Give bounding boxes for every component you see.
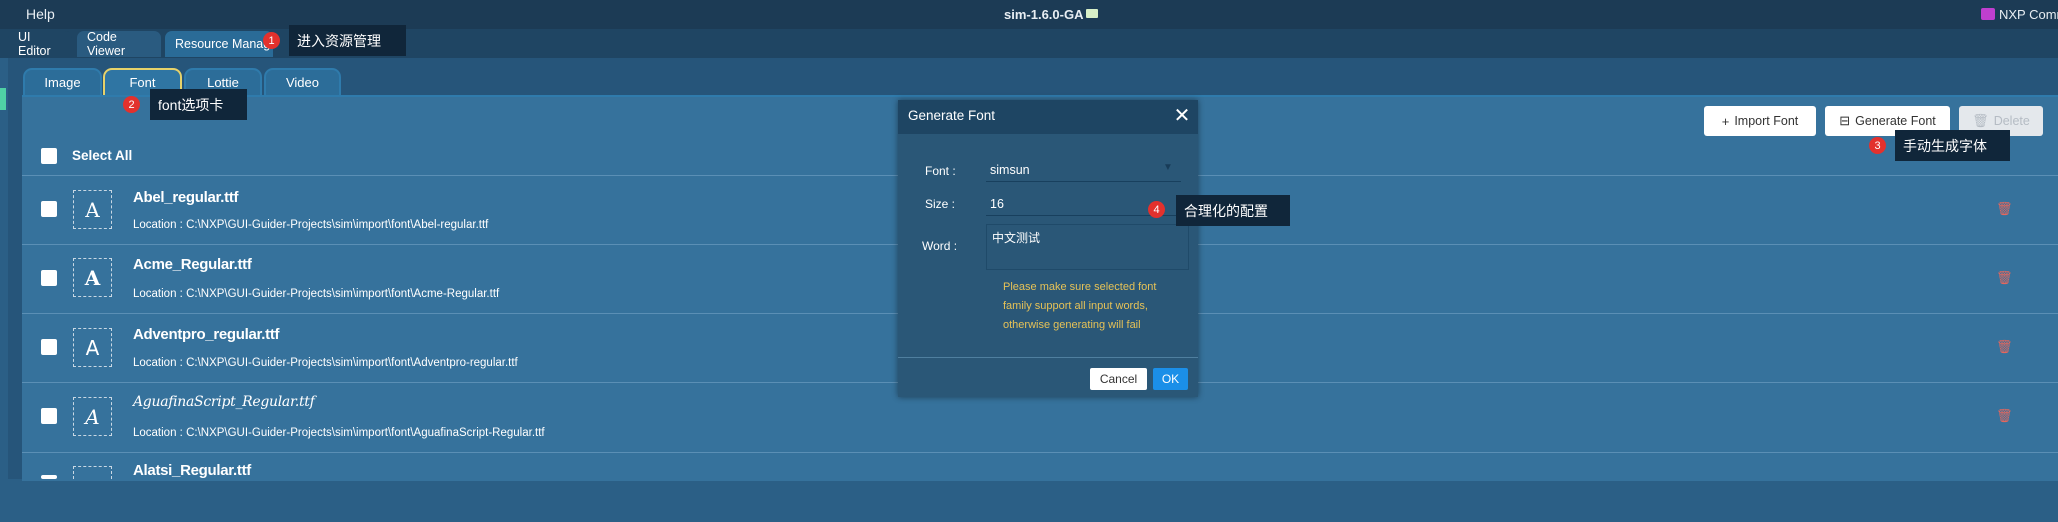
generate-font-label: Generate Font bbox=[1855, 114, 1936, 128]
font-location: Location : C:\NXP\GUI-Guider-Projects\si… bbox=[133, 427, 545, 439]
annotation-tooltip: 手动生成字体 bbox=[1895, 130, 2010, 161]
folder-icon bbox=[1086, 9, 1098, 18]
row-checkbox[interactable] bbox=[41, 475, 57, 479]
font-name: Acme_Regular.ttf bbox=[133, 256, 252, 273]
row-checkbox[interactable] bbox=[41, 201, 57, 217]
dialog-title: Generate Font bbox=[908, 108, 996, 123]
font-support-warning: Please make sure selected font family su… bbox=[1003, 281, 1157, 331]
ok-button[interactable]: OK bbox=[1153, 368, 1188, 390]
row-trash-icon[interactable]: 🗑 bbox=[1996, 408, 2013, 423]
font-location: Location : C:\NXP\GUI-Guider-Projects\si… bbox=[133, 288, 500, 300]
tab-ui-editor[interactable]: UI Editor bbox=[8, 30, 72, 58]
dialog-divider bbox=[898, 357, 1198, 358]
font-family-select[interactable]: simsun bbox=[986, 158, 1181, 182]
font-preview-glyph bbox=[73, 466, 112, 479]
chevron-down-icon[interactable]: ▼ bbox=[1163, 162, 1173, 173]
select-all-checkbox[interactable] bbox=[41, 148, 57, 164]
plus-icon: + bbox=[1721, 113, 1730, 129]
font-name: AguafinaScript_Regular.ttf bbox=[133, 394, 315, 410]
annotation-badge: 2 bbox=[123, 96, 140, 113]
nxp-community-icon[interactable] bbox=[1981, 8, 1995, 20]
tab-resource-manager[interactable]: Resource Manage bbox=[165, 31, 273, 57]
subtab-image[interactable]: Image bbox=[23, 68, 102, 95]
table-row bbox=[22, 452, 2058, 522]
font-preview-glyph: A bbox=[73, 258, 112, 297]
annotation-badge: 1 bbox=[263, 32, 280, 49]
font-location: Location : C:\NXP\GUI-Guider-Projects\si… bbox=[133, 357, 518, 369]
word-label: Word : bbox=[922, 239, 958, 253]
import-font-label: Import Font bbox=[1734, 114, 1799, 128]
font-label: Font : bbox=[925, 164, 956, 178]
nxp-community-link[interactable]: NXP Comm bbox=[1999, 7, 2058, 22]
font-name: Adventpro_regular.ttf bbox=[133, 326, 280, 343]
delete-label: Delete bbox=[1993, 114, 2030, 128]
trash-icon: 🗑 bbox=[1972, 113, 1989, 128]
subtab-video[interactable]: Video bbox=[264, 68, 341, 95]
annotation-tooltip: font选项卡 bbox=[150, 89, 247, 120]
generate-icon: ⊟ bbox=[1839, 113, 1851, 128]
word-textarea[interactable]: 中文测试 bbox=[986, 224, 1189, 270]
row-checkbox[interactable] bbox=[41, 339, 57, 355]
app-title: sim-1.6.0-GA bbox=[1004, 7, 1084, 22]
annotation-badge: 4 bbox=[1148, 201, 1165, 218]
font-location: Location : C:\NXP\GUI-Guider-Projects\si… bbox=[133, 219, 489, 231]
close-icon[interactable]: ✕ bbox=[1172, 103, 1192, 129]
row-checkbox[interactable] bbox=[41, 408, 57, 424]
font-preview-glyph: A bbox=[73, 190, 112, 229]
annotation-tooltip: 合理化的配置 bbox=[1176, 195, 1290, 226]
tab-code-viewer[interactable]: Code Viewer bbox=[77, 30, 161, 58]
font-name: Alatsi_Regular.ttf bbox=[133, 462, 251, 479]
row-checkbox[interactable] bbox=[41, 270, 57, 286]
cancel-button[interactable]: Cancel bbox=[1090, 368, 1147, 390]
row-trash-icon[interactable]: 🗑 bbox=[1996, 270, 2013, 285]
annotation-badge: 3 bbox=[1869, 137, 1886, 154]
font-name: Abel_regular.ttf bbox=[133, 189, 239, 206]
font-preview-glyph: A bbox=[73, 397, 112, 436]
row-trash-icon[interactable]: 🗑 bbox=[1996, 201, 2013, 216]
font-preview-glyph: A bbox=[73, 328, 112, 367]
menu-help[interactable]: Help bbox=[26, 6, 55, 22]
annotation-tooltip: 进入资源管理 bbox=[289, 25, 406, 56]
size-label: Size : bbox=[925, 197, 956, 211]
import-font-button[interactable]: + Import Font bbox=[1704, 106, 1816, 136]
left-accent-bar bbox=[0, 88, 6, 110]
row-trash-icon[interactable]: 🗑 bbox=[1996, 339, 2013, 354]
select-all-label: Select All bbox=[72, 148, 133, 163]
